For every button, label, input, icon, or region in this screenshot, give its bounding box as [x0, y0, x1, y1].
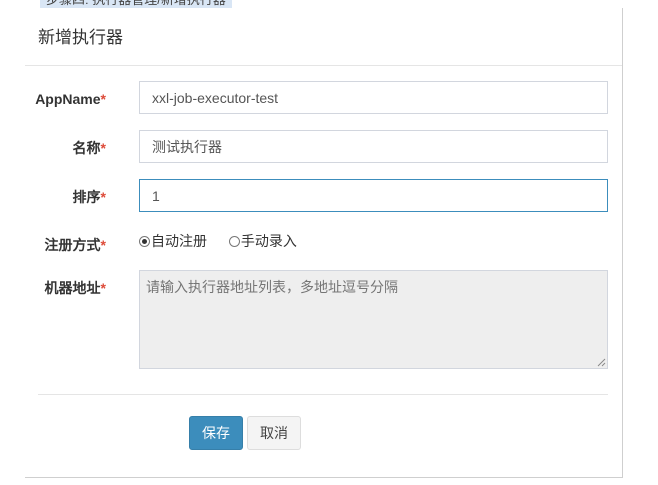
- name-label: 名称*: [73, 140, 106, 156]
- save-button[interactable]: 保存: [189, 416, 243, 450]
- address-label: 机器地址*: [45, 280, 106, 296]
- radio-checked-icon[interactable]: [139, 236, 150, 247]
- radio-manual-entry[interactable]: 手动录入: [228, 232, 297, 250]
- radio-auto-register-label: 自动注册: [151, 233, 207, 249]
- required-mark: *: [100, 91, 106, 107]
- modal-title: 新增执行器: [38, 28, 123, 47]
- required-mark: *: [100, 140, 106, 156]
- order-input[interactable]: [139, 179, 608, 212]
- appname-input[interactable]: [139, 81, 608, 114]
- name-label-text: 名称: [72, 140, 101, 156]
- order-label: 排序*: [73, 189, 106, 205]
- modal-header: 新增执行器: [25, 8, 622, 66]
- add-executor-modal: 新增执行器 AppName* 名称* 排序* 注册方式* 自动注册 手动录入 机…: [25, 8, 623, 478]
- register-type-label-text: 注册方式: [44, 237, 101, 253]
- required-mark: *: [100, 237, 106, 253]
- radio-unchecked-icon[interactable]: [228, 236, 240, 247]
- required-mark: *: [100, 189, 106, 205]
- footer-divider: [38, 394, 608, 395]
- address-textarea[interactable]: [139, 270, 608, 369]
- address-label-text: 机器地址: [44, 280, 101, 296]
- appname-label-text: AppName: [35, 91, 101, 107]
- register-type-radio-group: 自动注册 手动录入: [139, 232, 315, 250]
- radio-manual-entry-label: 手动录入: [240, 233, 297, 249]
- order-label-text: 排序: [72, 189, 101, 205]
- resize-grip-icon[interactable]: [597, 358, 606, 367]
- cancel-button[interactable]: 取消: [247, 416, 301, 450]
- register-type-label: 注册方式*: [45, 237, 106, 253]
- name-input[interactable]: [139, 130, 608, 163]
- appname-label: AppName*: [35, 91, 106, 107]
- required-mark: *: [100, 280, 106, 296]
- radio-auto-register[interactable]: 自动注册: [139, 232, 207, 250]
